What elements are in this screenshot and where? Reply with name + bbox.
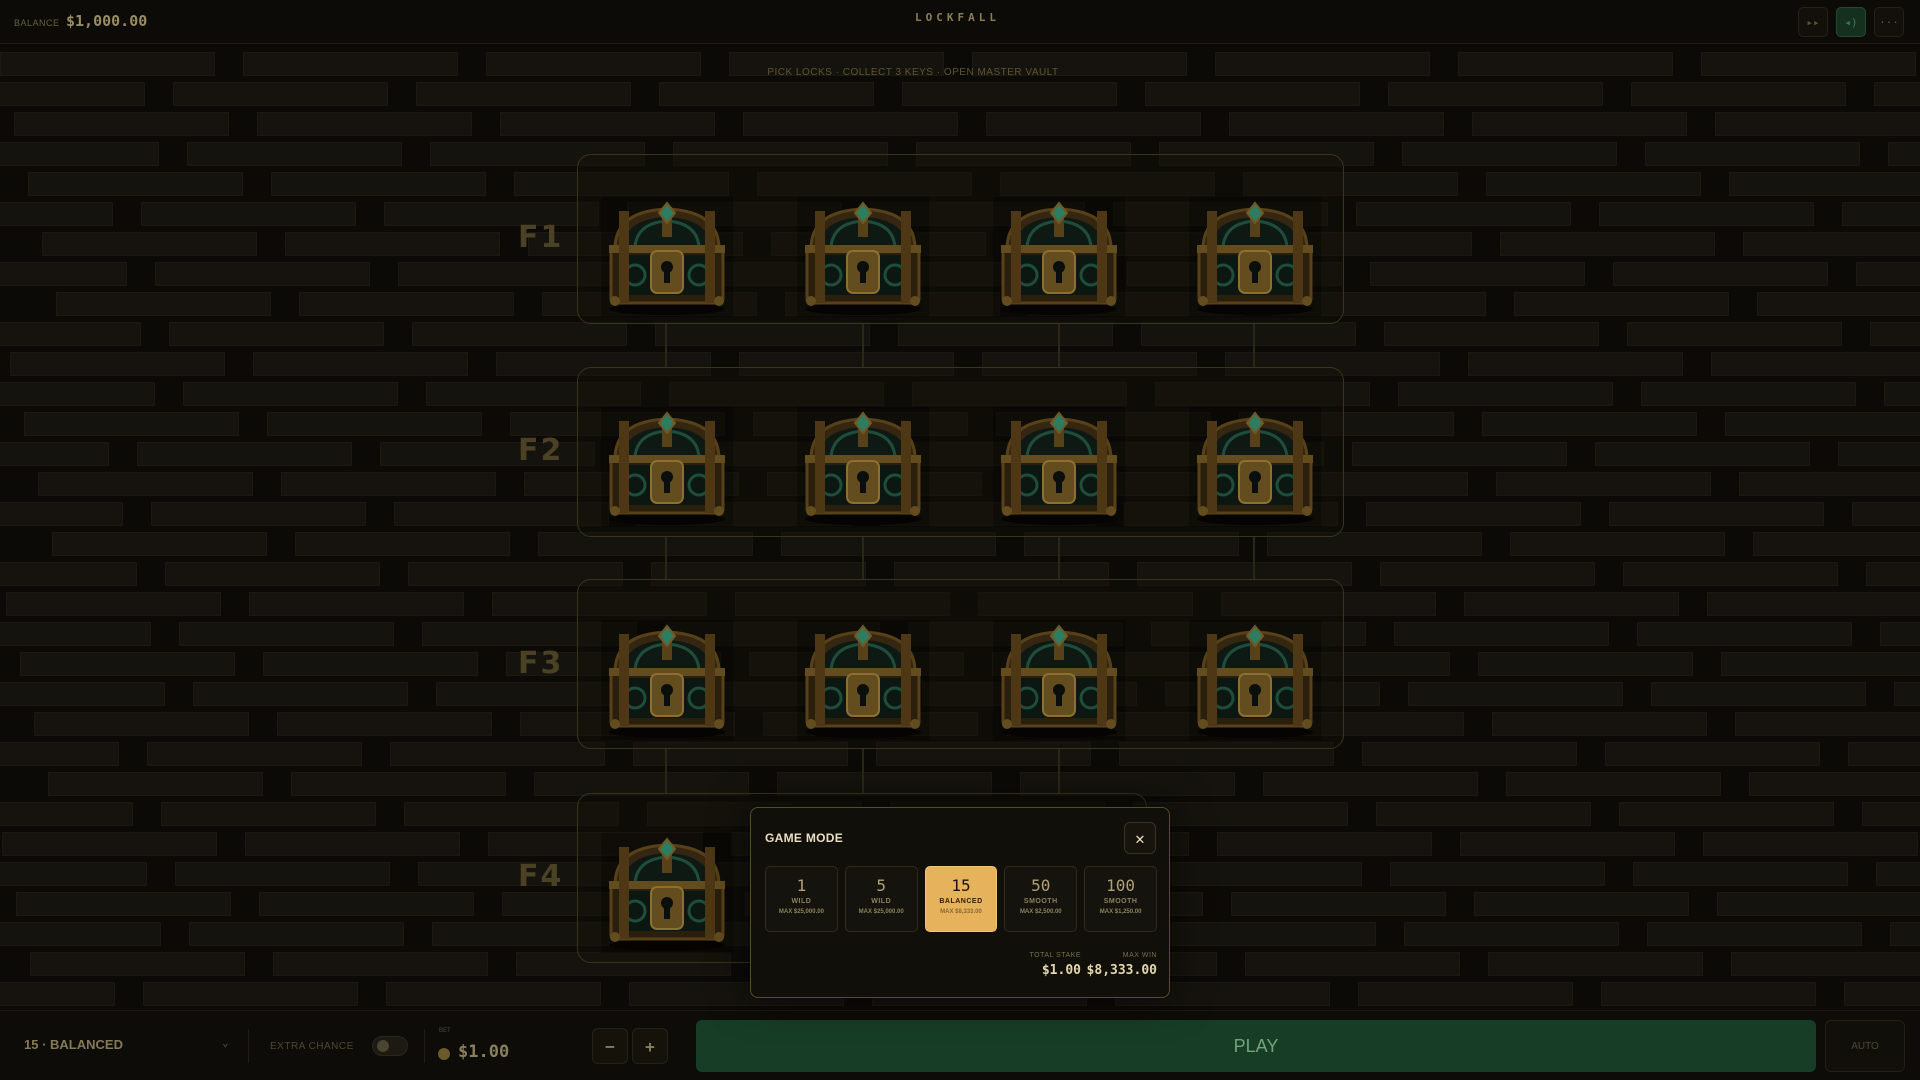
connector bbox=[1058, 536, 1060, 580]
mode-name: WILD bbox=[871, 898, 892, 905]
mode-name: WILD bbox=[791, 898, 812, 905]
mode-option-5[interactable]: 5 WILD MAX $25,000.00 bbox=[844, 866, 918, 932]
connector bbox=[1253, 324, 1255, 368]
connector bbox=[1253, 536, 1255, 580]
treasure-chest[interactable] bbox=[993, 197, 1125, 317]
close-icon: ✕ bbox=[1135, 828, 1145, 848]
treasure-chest[interactable] bbox=[601, 620, 733, 740]
floor-label-f4: F4 bbox=[518, 859, 564, 894]
play-button[interactable]: PLAY bbox=[696, 1020, 1816, 1072]
max-win-value: $8,333.00 bbox=[1086, 963, 1157, 978]
sound-button[interactable]: ◂) bbox=[1836, 7, 1866, 37]
mode-name: SMOOTH bbox=[1023, 898, 1058, 905]
extra-chance-toggle[interactable] bbox=[372, 1036, 408, 1056]
mode-max-win: MAX $25,000.00 bbox=[778, 909, 824, 915]
treasure-chest[interactable] bbox=[797, 197, 929, 317]
extra-chance-label: EXTRA CHANCE bbox=[270, 1041, 354, 1052]
game-tagline: PICK LOCKS · COLLECT 3 KEYS · OPEN MASTE… bbox=[767, 67, 1059, 78]
treasure-chest[interactable] bbox=[1189, 407, 1321, 527]
game-logo: LOCKFALL bbox=[915, 11, 1000, 24]
modal-title: GAME MODE bbox=[765, 831, 844, 845]
divider bbox=[248, 1029, 249, 1063]
plus-icon: + bbox=[645, 1036, 655, 1056]
max-win-label: MAX WIN bbox=[1122, 952, 1157, 959]
menu-button[interactable]: ··· bbox=[1874, 7, 1904, 37]
connector bbox=[665, 536, 667, 580]
toggle-knob bbox=[377, 1040, 389, 1052]
connector bbox=[665, 748, 667, 794]
bet-value: $1.00 bbox=[458, 1042, 510, 1062]
treasure-chest[interactable] bbox=[601, 197, 733, 317]
fast-forward-button[interactable]: ▸▸ bbox=[1798, 7, 1828, 37]
mode-name: BALANCED bbox=[939, 898, 983, 905]
decrease-bet-button[interactable]: − bbox=[592, 1028, 628, 1064]
fast-forward-icon: ▸▸ bbox=[1806, 15, 1820, 29]
balance-label: BALANCE bbox=[14, 18, 60, 28]
treasure-chest[interactable] bbox=[797, 407, 929, 527]
mode-select[interactable]: 15 · BALANCED bbox=[24, 1037, 123, 1052]
chevron-down-icon[interactable]: ⌄ bbox=[222, 1036, 229, 1049]
top-bar: BALANCE $1,000.00 LOCKFALL ▸▸ ◂) ··· bbox=[0, 0, 1920, 44]
mode-option-50[interactable]: 50 SMOOTH MAX $2,500.00 bbox=[1004, 866, 1078, 932]
mode-value: 50 bbox=[1031, 876, 1051, 895]
coin-icon bbox=[438, 1048, 450, 1060]
mode-value: 5 bbox=[876, 876, 887, 895]
connector bbox=[862, 324, 864, 368]
connector bbox=[862, 536, 864, 580]
bet-label: BET bbox=[439, 1028, 451, 1034]
treasure-chest[interactable] bbox=[993, 620, 1125, 740]
minus-icon: − bbox=[605, 1036, 615, 1056]
mode-max-win: MAX $8,333.00 bbox=[940, 909, 982, 915]
mode-name: SMOOTH bbox=[1103, 898, 1138, 905]
mode-max-win: MAX $2,500.00 bbox=[1019, 909, 1062, 915]
divider bbox=[424, 1029, 425, 1063]
auto-button[interactable]: AUTO bbox=[1825, 1020, 1905, 1072]
mode-value: 1 bbox=[796, 876, 807, 895]
mode-option-100[interactable]: 100 SMOOTH MAX $1,250.00 bbox=[1084, 866, 1157, 932]
bottom-bar: 15 · BALANCED ⌄ EXTRA CHANCE BET $1.00 −… bbox=[0, 1010, 1920, 1080]
floor-label-f3: F3 bbox=[518, 646, 564, 681]
mode-value: 15 bbox=[951, 876, 971, 895]
treasure-chest[interactable] bbox=[601, 833, 733, 953]
connector bbox=[1058, 324, 1060, 368]
game-mode-modal: GAME MODE ✕ 1 WILD MAX $25,000.00 5 WILD… bbox=[750, 807, 1170, 998]
treasure-chest[interactable] bbox=[993, 407, 1125, 527]
menu-icon: ··· bbox=[1879, 15, 1899, 29]
treasure-chest[interactable] bbox=[1189, 620, 1321, 740]
max-win: MAX WIN $8,333.00 bbox=[1051, 952, 1157, 978]
mode-max-win: MAX $25,000.00 bbox=[858, 909, 904, 915]
mode-options: 1 WILD MAX $25,000.00 5 WILD MAX $25,000… bbox=[765, 866, 1157, 932]
close-button[interactable]: ✕ bbox=[1124, 822, 1156, 854]
sound-icon: ◂) bbox=[1844, 15, 1858, 29]
mode-option-1[interactable]: 1 WILD MAX $25,000.00 bbox=[765, 866, 838, 932]
mode-max-win: MAX $1,250.00 bbox=[1099, 909, 1142, 915]
connector bbox=[862, 748, 864, 794]
connector bbox=[1058, 748, 1060, 794]
treasure-chest[interactable] bbox=[797, 620, 929, 740]
balance-value: $1,000.00 bbox=[66, 12, 148, 30]
mode-value: 100 bbox=[1106, 876, 1136, 895]
connector bbox=[665, 324, 667, 368]
floor-label-f2: F2 bbox=[518, 433, 564, 468]
mode-option-15[interactable]: 15 BALANCED MAX $8,333.00 bbox=[924, 866, 998, 932]
floor-label-f1: F1 bbox=[518, 220, 564, 255]
treasure-chest[interactable] bbox=[601, 407, 733, 527]
increase-bet-button[interactable]: + bbox=[632, 1028, 668, 1064]
treasure-chest[interactable] bbox=[1189, 197, 1321, 317]
